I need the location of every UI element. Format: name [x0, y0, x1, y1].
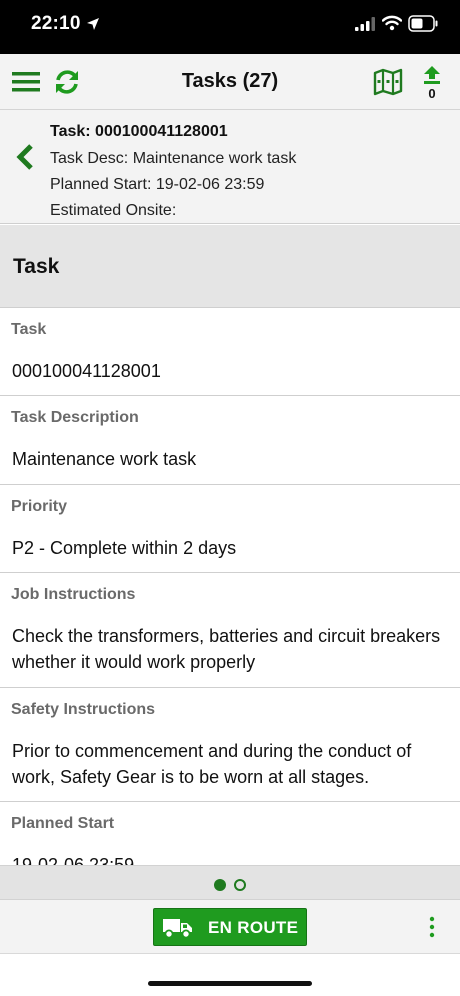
upload-icon	[424, 66, 440, 84]
upload-button[interactable]: 0	[416, 66, 448, 102]
location-arrow-icon	[87, 18, 99, 30]
field-planned-start: Planned Start 19-02-06 23:59	[0, 802, 460, 865]
more-vertical-icon[interactable]	[422, 912, 442, 942]
field-job-instructions: Job Instructions Check the transformers,…	[0, 573, 460, 688]
summary-planned-start: Planned Start: 19-02-06 23:59	[50, 176, 265, 193]
app-header: Tasks (27) 0	[0, 54, 460, 110]
home-indicator[interactable]	[148, 981, 312, 986]
field-task: Task 000100041128001	[0, 308, 460, 396]
page-dot-active[interactable]	[214, 879, 226, 891]
summary-estimated-onsite: Estimated Onsite:	[50, 202, 177, 219]
status-time: 22:10	[31, 13, 81, 34]
field-task-description: Task Description Maintenance work task	[0, 396, 460, 485]
field-value: Maintenance work task	[12, 449, 197, 469]
field-value: Prior to commencement and during the con…	[12, 741, 412, 787]
bottom-action-bar: EN ROUTE	[0, 900, 460, 954]
page-indicator	[0, 865, 460, 900]
field-label: Safety Instructions	[11, 701, 156, 718]
field-value: 19-02-06 23:59	[12, 855, 135, 865]
section-header: Task	[0, 225, 460, 308]
field-label: Priority	[11, 498, 68, 515]
field-label: Planned Start	[11, 815, 115, 832]
field-priority: Priority P2 - Complete within 2 days	[0, 485, 460, 573]
battery-icon	[408, 15, 438, 32]
field-value: P2 - Complete within 2 days	[12, 538, 237, 558]
field-label: Task	[11, 321, 47, 338]
summary-task-id: Task: 000100041128001	[50, 123, 228, 140]
field-label: Job Instructions	[11, 586, 136, 603]
back-chevron-icon[interactable]	[12, 142, 38, 172]
section-title: Task	[13, 255, 60, 278]
page-dot-inactive[interactable]	[234, 879, 246, 891]
map-icon[interactable]	[372, 54, 404, 110]
task-summary: Task: 000100041128001 Task Desc: Mainten…	[0, 110, 460, 224]
summary-task-desc: Task Desc: Maintenance work task	[50, 150, 297, 167]
status-bar: 22:10	[0, 0, 460, 54]
en-route-label: EN ROUTE	[208, 918, 299, 937]
field-label: Task Description	[11, 409, 139, 426]
field-value: Check the transformers, batteries and ci…	[12, 626, 441, 672]
upload-count: 0	[428, 86, 436, 101]
truck-icon	[163, 919, 192, 939]
field-value: 000100041128001	[12, 361, 161, 381]
wifi-icon	[382, 15, 402, 31]
field-safety-instructions: Safety Instructions Prior to commencemen…	[0, 688, 460, 802]
signal-icon	[355, 17, 375, 31]
task-fields[interactable]: Task 000100041128001 Task Description Ma…	[0, 308, 460, 865]
en-route-button[interactable]: EN ROUTE	[153, 908, 307, 946]
